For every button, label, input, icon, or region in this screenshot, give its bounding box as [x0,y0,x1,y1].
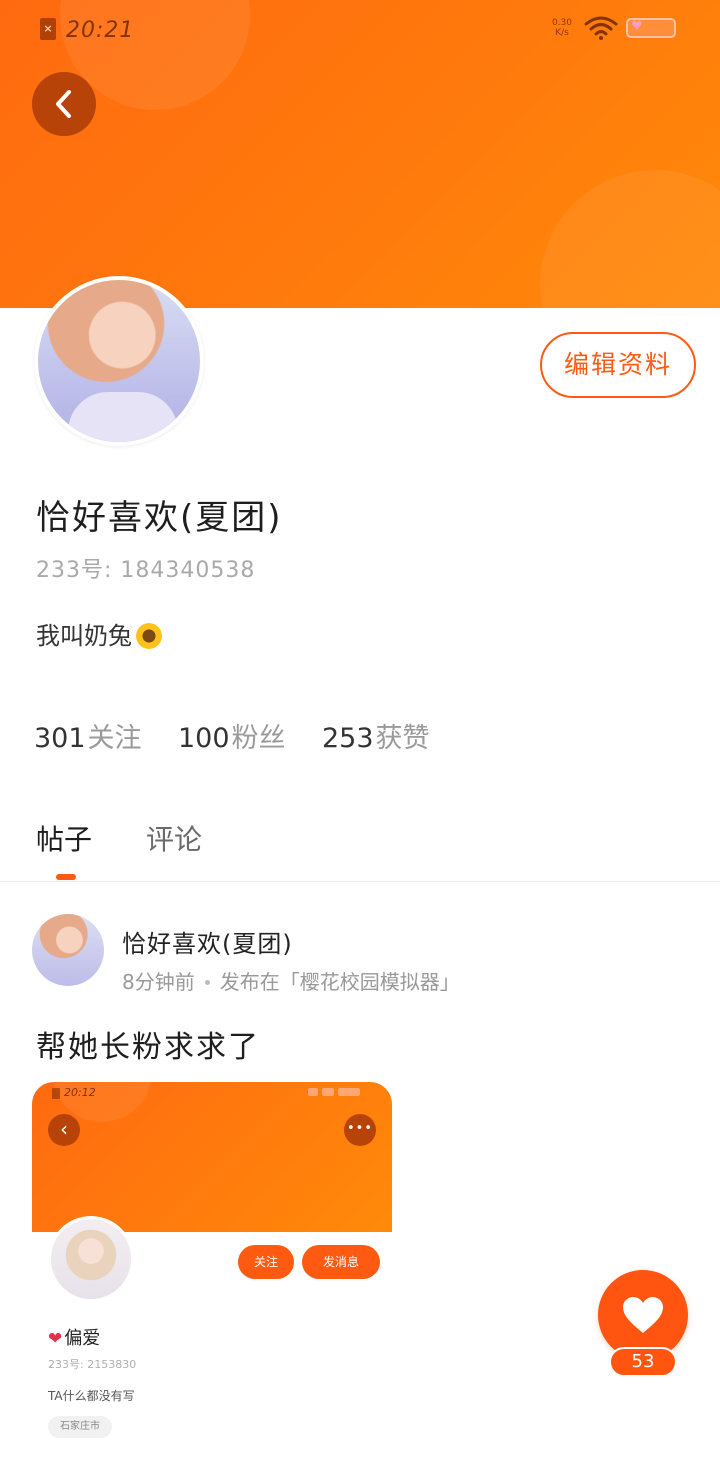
user-id: 233号: 184340538 [36,558,256,583]
chevron-left-icon [56,90,71,118]
tab-comments[interactable]: 评论 [146,818,202,858]
no-sim-icon [52,1088,60,1099]
screenshot-follow-button: 关注 [238,1245,294,1279]
stat-followers-count: 100 [178,723,230,754]
screenshot-time: 20:12 [64,1086,96,1099]
status-bar: × 20:21 0.30 K/s ♥ [0,0,720,60]
post-author-name[interactable]: 恰好喜欢(夏团) [122,924,293,959]
profile-header-banner: × 20:21 0.30 K/s ♥ [0,0,720,308]
stat-likes[interactable]: 253获赞 [322,716,430,755]
screenshot-status-icons [308,1088,368,1098]
status-time: 20:21 [66,18,135,43]
screenshot-uid: 233号: 2153830 [48,1358,137,1371]
user-bio: 我叫奶兔 [36,616,162,651]
screenshot-more-icon: ••• [344,1114,376,1146]
stat-followers[interactable]: 100粉丝 [178,716,286,755]
screenshot-name-text: 偏爱 [64,1328,101,1349]
screenshot-back-icon: ‹ [48,1114,80,1146]
screenshot-header: 20:12 ‹ ••• [32,1082,392,1232]
active-tab-indicator [56,874,76,880]
divider [0,881,720,882]
profile-avatar[interactable] [34,276,204,446]
screenshot-avatar [48,1216,134,1302]
heart-emoji-icon: ❤ [48,1329,63,1349]
username: 恰好喜欢(夏团) [36,498,283,538]
battery-heart-icon: ♥ [626,18,676,38]
stat-likes-label: 获赞 [375,723,430,754]
sunflower-icon [136,623,162,649]
separator-dot [204,980,210,985]
avatar-image [38,280,200,442]
screenshot-location-tag: 石家庄市 [48,1416,112,1438]
edit-profile-button[interactable]: 编辑资料 [540,332,696,398]
stat-following-count: 301 [34,723,86,754]
post-forum[interactable]: 发布在「樱花校园模拟器」 [220,970,460,994]
stat-likes-count: 253 [322,723,374,754]
wifi-icon [584,16,618,40]
tab-posts[interactable]: 帖子 [36,818,92,858]
post-image[interactable]: 20:12 ‹ ••• 关注 发消息 ❤ 偏爱 233号: 2153830 TA什… [32,1082,392,1460]
post-time: 8分钟前 [122,970,195,994]
stat-followers-label: 粉丝 [231,723,286,754]
screenshot-message-button: 发消息 [302,1245,380,1279]
stat-following[interactable]: 301关注 [34,716,142,755]
post-text[interactable]: 帮她长粉求求了 [36,1022,260,1066]
banner-decoration [540,170,720,308]
screenshot-username: ❤ 偏爱 [48,1324,100,1350]
post-meta: 8分钟前 发布在「樱花校园模拟器」 [122,966,460,995]
back-button[interactable] [32,72,96,136]
heart-icon [623,1297,663,1333]
network-speed: 0.30 K/s [551,18,573,38]
screenshot-bio: TA什么都没有写 [48,1389,135,1403]
stat-following-label: 关注 [87,723,142,754]
bio-text: 我叫奶兔 [36,622,132,650]
no-sim-icon: × [40,18,56,40]
post-author-avatar[interactable] [32,914,104,986]
like-count-badge: 53 [609,1347,677,1377]
